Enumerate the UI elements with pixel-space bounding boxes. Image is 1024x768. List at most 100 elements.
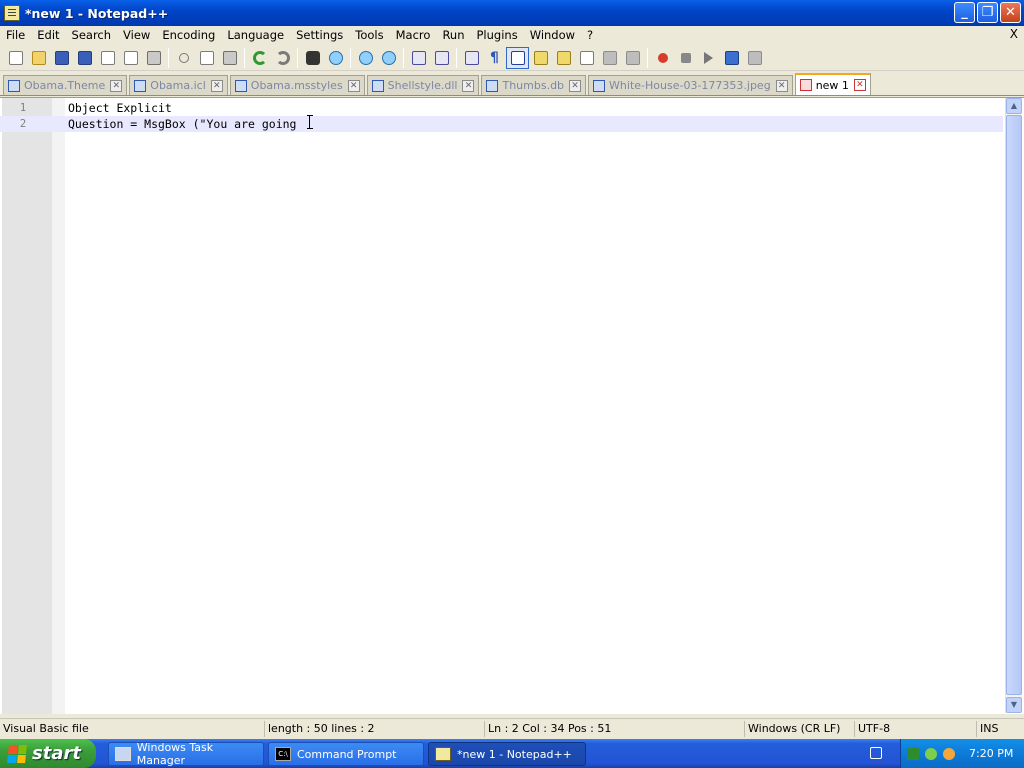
editor-area[interactable]: 1 Object Explicit 2 Question = MsgBox ("… bbox=[0, 97, 1024, 714]
replace-button[interactable] bbox=[324, 47, 347, 69]
paste-button[interactable] bbox=[218, 47, 241, 69]
close-button[interactable]: ✕ bbox=[1000, 2, 1021, 23]
paste-icon bbox=[222, 50, 237, 65]
file-icon bbox=[234, 79, 247, 92]
tab-obama-icl[interactable]: Obama.icl ✕ bbox=[129, 75, 228, 95]
scroll-up-arrow-icon[interactable]: ▲ bbox=[1006, 98, 1022, 114]
menu-run[interactable]: Run bbox=[436, 28, 470, 42]
tab-close-icon[interactable]: ✕ bbox=[853, 79, 866, 91]
sync-vertical-button[interactable] bbox=[407, 47, 430, 69]
undo-button[interactable] bbox=[248, 47, 271, 69]
toolbar-separator bbox=[244, 47, 245, 68]
taskbar-item-task-manager[interactable]: Windows Task Manager bbox=[108, 741, 264, 767]
minimize-button[interactable]: _ bbox=[954, 2, 975, 23]
tab-new-1[interactable]: new 1 ✕ bbox=[794, 73, 871, 95]
tab-close-icon[interactable]: ✕ bbox=[210, 79, 223, 92]
play-macro-button[interactable] bbox=[697, 47, 720, 69]
scroll-down-arrow-icon[interactable]: ▼ bbox=[1006, 697, 1022, 713]
folder-workspace-button[interactable] bbox=[598, 47, 621, 69]
keyboard-icon[interactable] bbox=[870, 747, 882, 759]
window-title: *new 1 - Notepad++ bbox=[25, 5, 169, 21]
replace-icon bbox=[328, 50, 343, 65]
vertical-scrollbar[interactable]: ▲ ▼ bbox=[1005, 98, 1022, 713]
status-position: Ln : 2 Col : 34 Pos : 51 bbox=[484, 721, 742, 737]
monitoring-button[interactable] bbox=[621, 47, 644, 69]
function-list-button[interactable] bbox=[575, 47, 598, 69]
zoom-in-button[interactable] bbox=[354, 47, 377, 69]
menu-plugins[interactable]: Plugins bbox=[471, 28, 524, 42]
close-file-button[interactable] bbox=[96, 47, 119, 69]
menu-encoding[interactable]: Encoding bbox=[156, 28, 221, 42]
cut-icon bbox=[178, 52, 189, 63]
status-length-lines: length : 50 lines : 2 bbox=[264, 721, 482, 737]
new-file-button[interactable] bbox=[4, 47, 27, 69]
editor-line[interactable]: 1 Object Explicit bbox=[0, 100, 1003, 116]
status-encoding: UTF-8 bbox=[854, 721, 974, 737]
menu-language[interactable]: Language bbox=[221, 28, 290, 42]
menu-search[interactable]: Search bbox=[66, 28, 118, 42]
toolbar-separator bbox=[350, 47, 351, 68]
cut-button[interactable] bbox=[172, 47, 195, 69]
copy-button[interactable] bbox=[195, 47, 218, 69]
menu-view[interactable]: View bbox=[117, 28, 156, 42]
editor-line-current[interactable]: 2 Question = MsgBox ("You are going bbox=[0, 116, 1003, 132]
close-all-button[interactable] bbox=[119, 47, 142, 69]
save-macro-button[interactable] bbox=[743, 47, 766, 69]
file-icon bbox=[134, 79, 147, 92]
taskbar-item-notepad-plus-plus[interactable]: *new 1 - Notepad++ bbox=[428, 742, 586, 766]
indent-guide-button[interactable] bbox=[506, 46, 529, 69]
find-button[interactable] bbox=[301, 47, 324, 69]
redo-button[interactable] bbox=[271, 47, 294, 69]
notepad-plus-plus-icon[interactable] bbox=[4, 5, 20, 21]
menu-file[interactable]: File bbox=[0, 28, 31, 42]
start-button[interactable]: start bbox=[0, 739, 96, 768]
open-file-button[interactable] bbox=[27, 47, 50, 69]
clock[interactable]: 7:20 PM bbox=[969, 747, 1013, 760]
tab-close-icon[interactable]: ✕ bbox=[347, 79, 360, 92]
menu-help[interactable]: ? bbox=[581, 28, 599, 42]
tab-close-icon[interactable]: ✕ bbox=[462, 79, 475, 92]
tab-white-house-jpeg[interactable]: White-House-03-177353.jpeg ✕ bbox=[588, 75, 793, 95]
line-text[interactable]: Object Explicit bbox=[68, 100, 172, 116]
sync-horizontal-button[interactable] bbox=[430, 47, 453, 69]
start-label: start bbox=[32, 743, 81, 764]
tab-obama-msstyles[interactable]: Obama.msstyles ✕ bbox=[229, 75, 365, 95]
doc-map-icon bbox=[556, 50, 571, 65]
line-number-gutter[interactable] bbox=[2, 98, 52, 714]
close-document-button[interactable]: X bbox=[1010, 27, 1018, 41]
run-macro-multiple-button[interactable] bbox=[720, 47, 743, 69]
print-button[interactable] bbox=[142, 47, 165, 69]
show-all-chars-button[interactable]: ¶ bbox=[483, 47, 506, 69]
fold-margin[interactable] bbox=[52, 98, 65, 714]
maximize-button[interactable]: ❐ bbox=[977, 2, 998, 23]
menu-tools[interactable]: Tools bbox=[349, 28, 389, 42]
tab-thumbs-db[interactable]: Thumbs.db ✕ bbox=[481, 75, 587, 95]
zoom-out-button[interactable] bbox=[377, 47, 400, 69]
search-icon[interactable] bbox=[943, 747, 955, 760]
title-bar[interactable]: *new 1 - Notepad++ _ ❐ ✕ bbox=[0, 0, 1024, 26]
tray-app-icon[interactable] bbox=[907, 747, 919, 760]
network-icon[interactable] bbox=[925, 747, 937, 760]
tab-close-icon[interactable]: ✕ bbox=[775, 79, 788, 92]
save-button[interactable] bbox=[50, 47, 73, 69]
stop-macro-button[interactable] bbox=[674, 47, 697, 69]
doc-map-button[interactable] bbox=[552, 47, 575, 69]
tab-obama-theme[interactable]: Obama.Theme ✕ bbox=[3, 75, 128, 95]
tab-close-icon[interactable]: ✕ bbox=[110, 79, 123, 92]
save-all-button[interactable] bbox=[73, 47, 96, 69]
menu-settings[interactable]: Settings bbox=[290, 28, 349, 42]
scrollbar-thumb[interactable] bbox=[1006, 115, 1022, 695]
word-wrap-button[interactable] bbox=[460, 47, 483, 69]
taskbar-item-label: Windows Task Manager bbox=[136, 741, 214, 767]
menu-edit[interactable]: Edit bbox=[31, 28, 65, 42]
taskbar-item-command-prompt[interactable]: C:\ Command Prompt bbox=[268, 742, 424, 766]
menu-macro[interactable]: Macro bbox=[390, 28, 437, 42]
record-macro-button[interactable] bbox=[651, 47, 674, 69]
file-icon bbox=[371, 79, 384, 92]
menu-window[interactable]: Window bbox=[524, 28, 581, 42]
tab-close-icon[interactable]: ✕ bbox=[569, 79, 582, 92]
user-lang-button[interactable] bbox=[529, 47, 552, 69]
tab-bar: Obama.Theme ✕ Obama.icl ✕ Obama.msstyles… bbox=[0, 72, 1024, 96]
tab-shellstyle-dll[interactable]: Shellstyle.dll ✕ bbox=[366, 75, 480, 95]
line-text[interactable]: Question = MsgBox ("You are going bbox=[68, 116, 296, 132]
